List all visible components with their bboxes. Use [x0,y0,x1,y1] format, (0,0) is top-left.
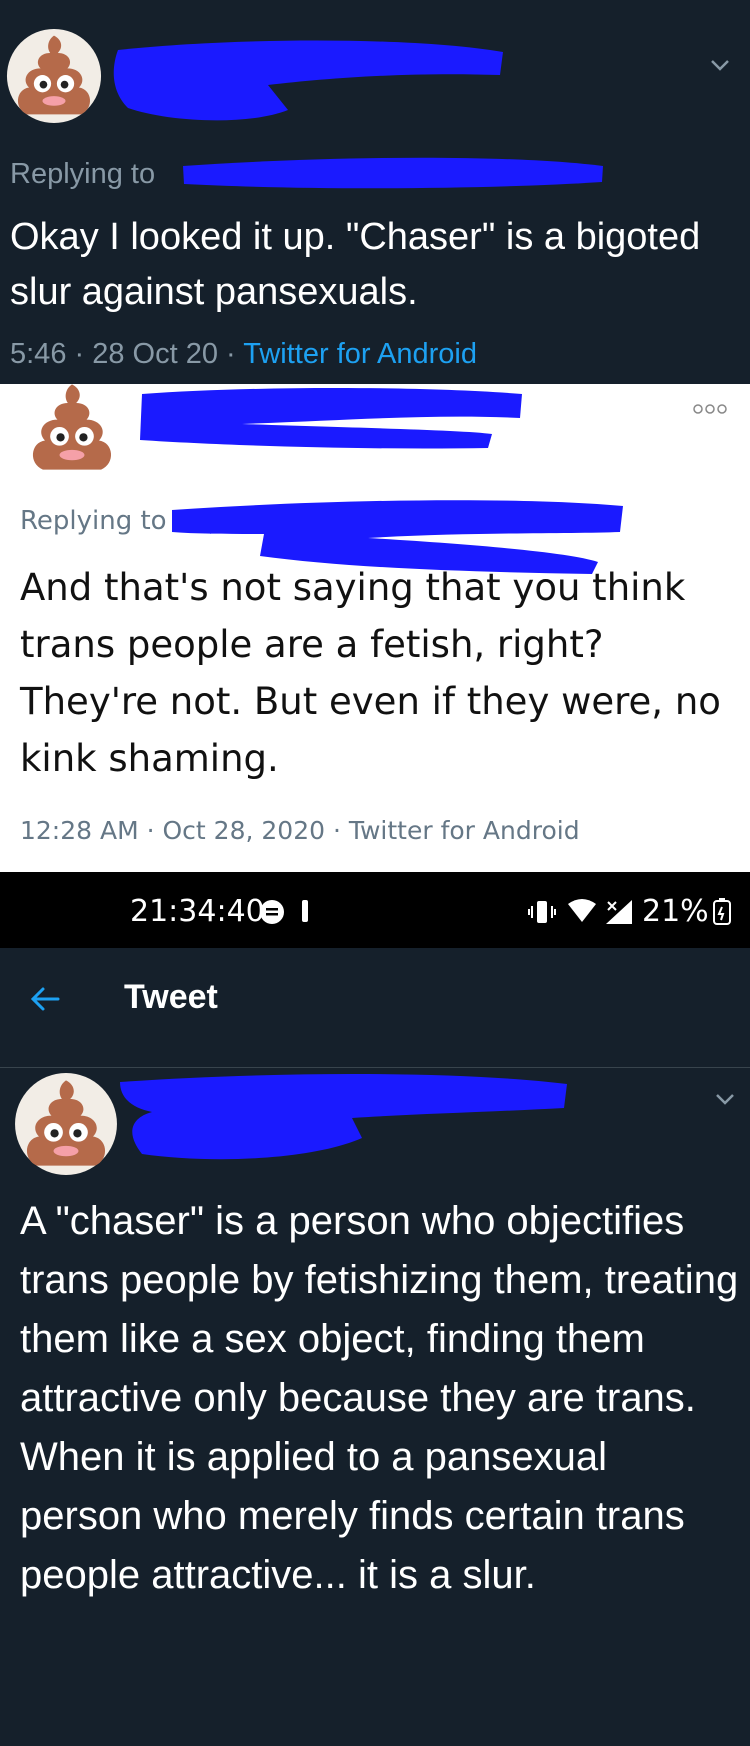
back-arrow-icon[interactable] [28,982,62,1021]
more-icon[interactable] [692,402,728,416]
poop-avatar-icon[interactable] [6,28,102,124]
status-bar: 21:34:40 21% [0,872,750,948]
tweet-client-link[interactable]: Twitter for Android [243,338,477,370]
poop-avatar-icon[interactable] [20,384,124,480]
status-time: 21:34:40 [130,894,265,929]
poop-avatar-icon[interactable] [14,1072,118,1176]
tweet-card-1: Replying to Okay I looked it up. "Chaser… [0,0,750,384]
replying-to: Replying to [10,158,155,191]
chevron-down-icon[interactable] [705,50,735,80]
redaction-mark [132,384,532,454]
separator: · [66,338,93,370]
replying-label: Replying to [10,158,156,190]
page-title: Tweet [124,978,218,1016]
tweet-text: Okay I looked it up. "Chaser" is a bigot… [10,216,701,313]
redaction-mark [108,30,508,130]
notification-icon [300,898,310,931]
signal-icon [604,898,634,931]
wifi-icon [566,898,598,931]
separator: · [217,338,244,370]
redaction-mark [178,152,608,192]
redaction-mark [112,1068,572,1168]
chevron-down-icon[interactable] [710,1084,740,1114]
tweet-text: A "chaser" is a person who objectifies t… [20,1199,739,1597]
battery-percent: 21% [642,894,709,929]
tweet-screen: 21:34:40 21% Tweet A "chaser" is a perso… [0,872,750,1746]
vibrate-icon [528,898,556,931]
tweet-text: And that's not saying that you think tra… [20,566,721,780]
app-bar: Tweet [0,948,750,1068]
tweet-time: 5:46 [10,338,67,370]
tweet-card-2: Replying to And that's not saying that y… [0,384,750,872]
replying-label: Replying to [20,506,167,536]
tweet-meta: 12:28 AM · Oct 28, 2020 · Twitter for An… [20,816,580,845]
message-icon [258,898,286,931]
replying-to: Replying to [20,506,167,536]
battery-icon [712,898,732,931]
tweet-date: 28 Oct 20 [92,338,218,370]
tweet-meta: 5:46 · 28 Oct 20 · Twitter for Android [10,338,477,371]
